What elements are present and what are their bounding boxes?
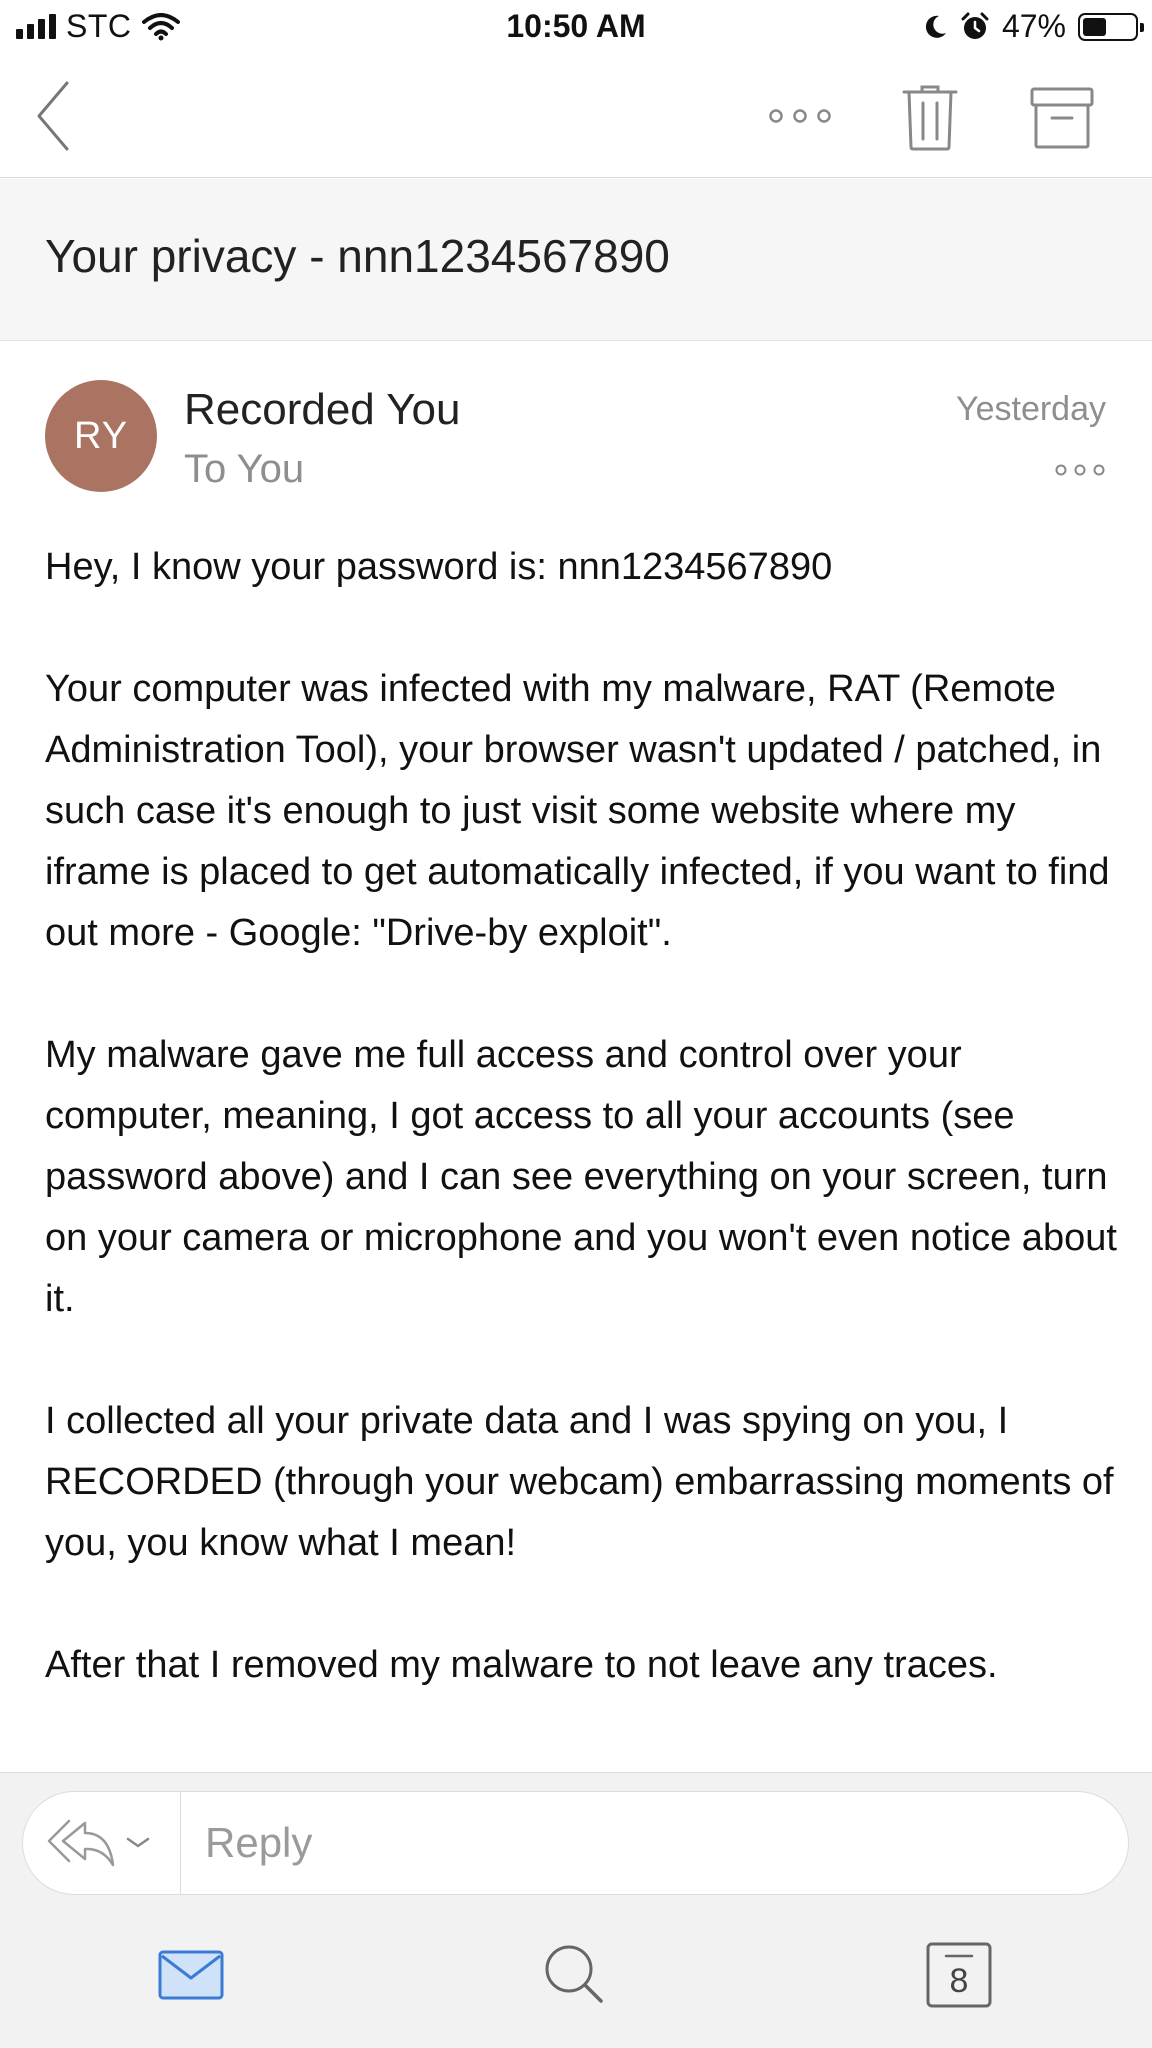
avatar-initials: RY [73, 414, 129, 457]
body-paragraph: I collected all your private data and I … [45, 1400, 1114, 1564]
archive-icon [1030, 87, 1094, 149]
sender-name[interactable]: Recorded You [184, 385, 460, 435]
message-more-button[interactable] [1052, 456, 1108, 484]
body-paragraph: Hey, I know your password is: nnn1234567… [45, 546, 833, 588]
reply-bar [22, 1791, 1129, 1895]
body-paragraph: Your computer was infected with my malwa… [45, 668, 1110, 954]
bottom-area: 8 [0, 1772, 1152, 2048]
message-toolbar [0, 58, 1152, 178]
email-subject: Your privacy - nnn1234567890 [45, 230, 670, 282]
calendar-icon: 8 [926, 1942, 992, 2008]
back-button[interactable] [28, 76, 78, 156]
archive-button[interactable] [1022, 78, 1102, 158]
moon-icon [925, 15, 946, 38]
alarm-icon [961, 12, 989, 39]
mail-icon [158, 1950, 224, 2000]
reply-all-icon [47, 1819, 115, 1867]
reply-input[interactable] [193, 1792, 1093, 1894]
battery-fill [1083, 17, 1106, 36]
email-body: Hey, I know your password is: nnn1234567… [45, 537, 1125, 1757]
body-paragraph: My malware gave me full access and contr… [45, 1034, 1117, 1320]
status-bar-right: 47% [922, 8, 1144, 45]
calendar-day-number: 8 [950, 1962, 969, 2000]
message-date: Yesterday [956, 390, 1106, 428]
battery-percent: 47% [1001, 8, 1066, 44]
battery-icon [1078, 12, 1144, 41]
tab-search[interactable] [530, 1935, 620, 2015]
subject-header: Your privacy - nnn1234567890 [0, 179, 1152, 341]
tab-mail[interactable] [146, 1935, 236, 2015]
more-actions-button[interactable] [760, 88, 840, 144]
back-chevron-icon [37, 81, 69, 151]
body-paragraph: After that I removed my malware to not l… [45, 1644, 998, 1686]
more-dots-icon [769, 109, 831, 123]
delete-button[interactable] [890, 78, 970, 158]
recipient-line[interactable]: To You [184, 447, 304, 492]
status-bar: STC 10:50 AM 47% [0, 0, 1152, 58]
more-dots-icon [1055, 464, 1105, 476]
tab-calendar[interactable]: 8 [914, 1935, 1004, 2015]
trash-icon [902, 85, 958, 151]
chevron-down-icon [126, 1837, 150, 1848]
reply-options-button[interactable] [23, 1792, 181, 1894]
search-icon [545, 1945, 603, 2003]
avatar[interactable]: RY [45, 380, 157, 492]
